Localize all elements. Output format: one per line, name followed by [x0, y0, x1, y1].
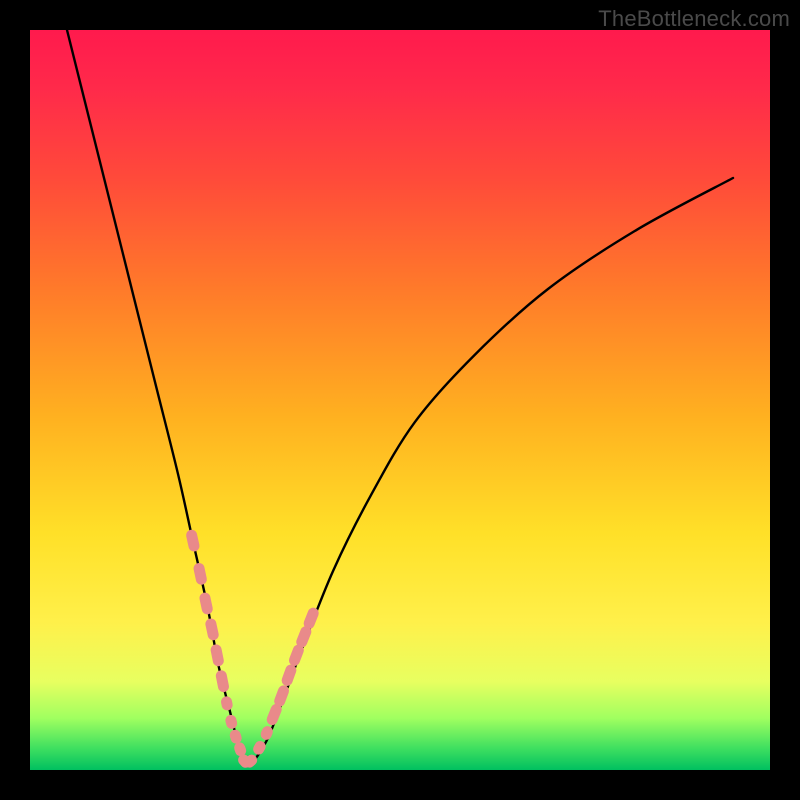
marker [210, 643, 225, 667]
chart-svg [30, 30, 770, 770]
marker [198, 592, 213, 616]
outer-frame: TheBottleneck.com [0, 0, 800, 800]
bottleneck-curve [67, 30, 733, 765]
marker [193, 562, 208, 586]
marker [215, 669, 230, 693]
marker [220, 695, 234, 711]
marker [224, 714, 238, 730]
highlighted-points [185, 529, 320, 770]
marker [204, 617, 219, 641]
marker [185, 529, 201, 553]
attribution-text: TheBottleneck.com [598, 6, 790, 32]
plot-area [30, 30, 770, 770]
